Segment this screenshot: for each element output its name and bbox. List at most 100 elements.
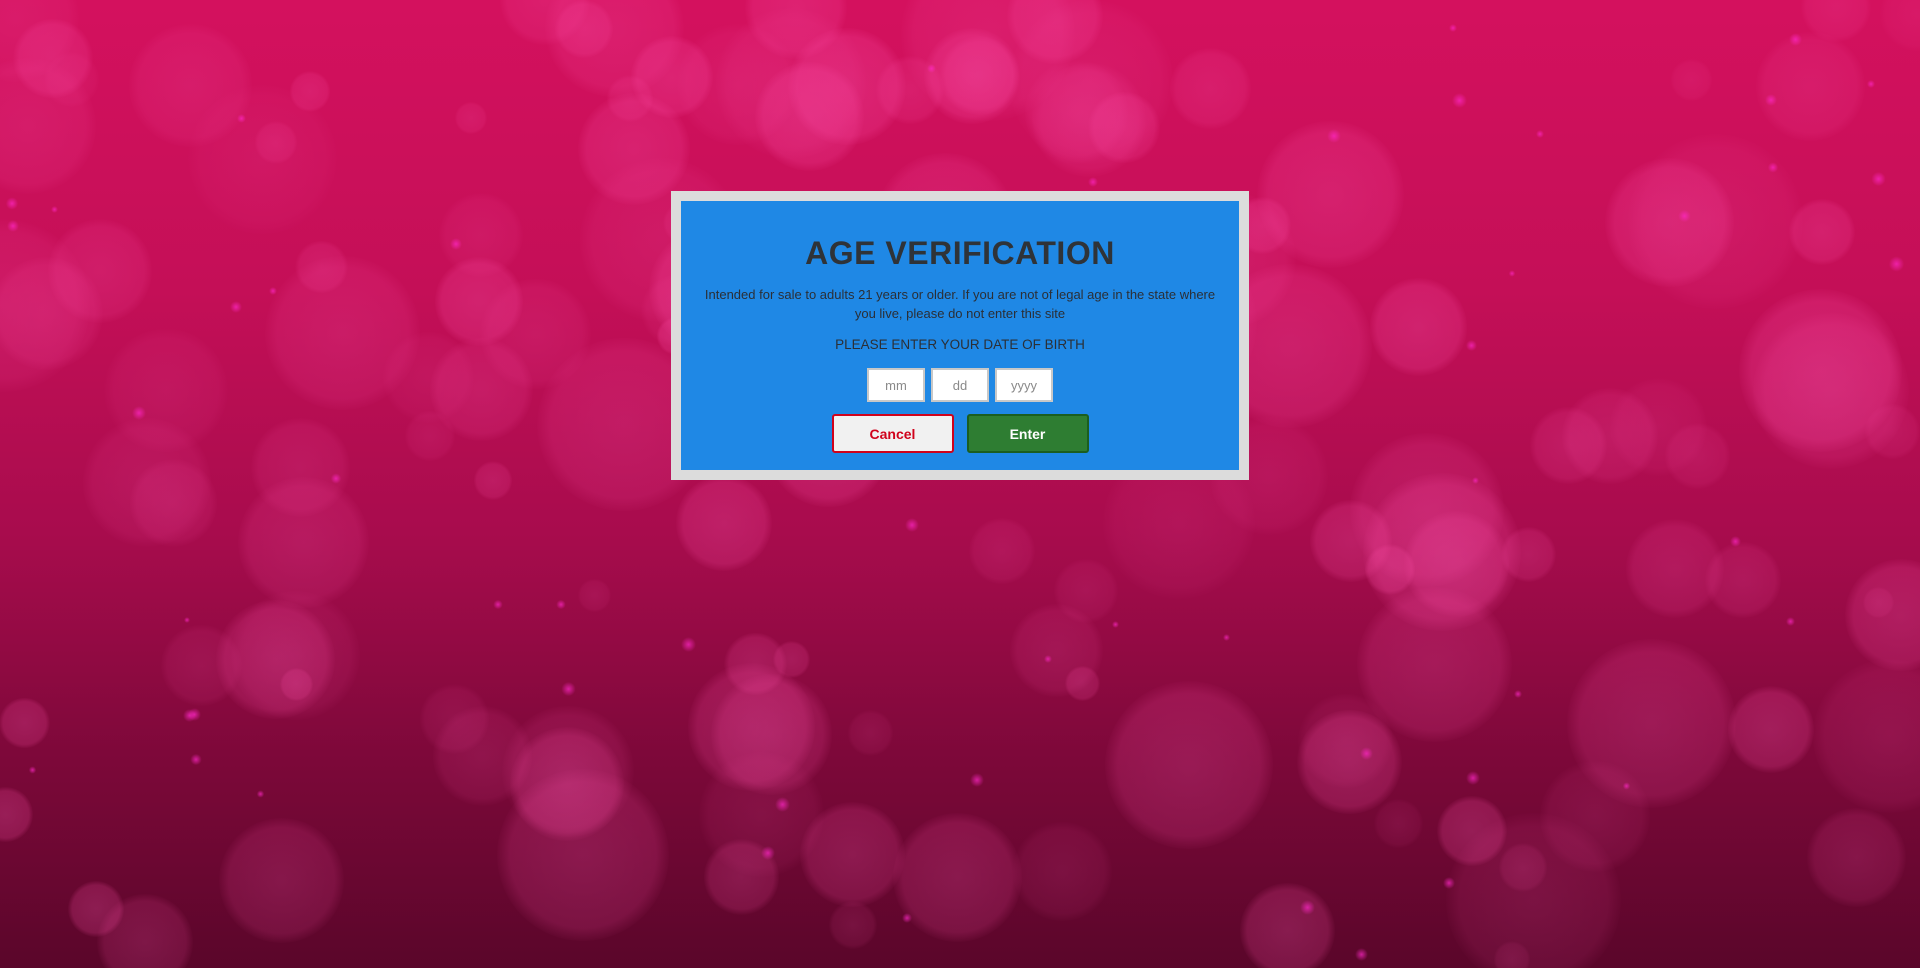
bokeh-light (231, 590, 361, 720)
bokeh-light (893, 812, 1023, 943)
bokeh-light (1704, 542, 1781, 618)
month-input[interactable] (867, 368, 925, 402)
bokeh-light (1297, 709, 1402, 815)
enter-button[interactable]: Enter (966, 414, 1089, 453)
bokeh-sparkle (1465, 770, 1480, 785)
bokeh-sparkle (1472, 477, 1479, 484)
bokeh-sparkle (184, 616, 191, 623)
bokeh-light (218, 818, 344, 944)
bokeh-light (1310, 500, 1393, 582)
bokeh-light (0, 256, 103, 370)
bokeh-light (1493, 941, 1531, 968)
bokeh-light (630, 35, 714, 119)
cancel-button[interactable]: Cancel (831, 414, 954, 453)
bokeh-light (847, 710, 894, 756)
bokeh-light (1374, 799, 1424, 849)
bokeh-light (1530, 406, 1607, 484)
bokeh-light (1053, 559, 1118, 624)
bokeh-light (1032, 63, 1146, 177)
bokeh-light (255, 121, 298, 164)
bokeh-sparkle (927, 64, 936, 73)
bokeh-light (554, 0, 613, 58)
bokeh-sparkle (1451, 92, 1468, 109)
bokeh-light (1403, 511, 1510, 617)
bokeh-light (1104, 680, 1273, 849)
bokeh-light (250, 417, 351, 518)
bokeh-light (510, 726, 625, 842)
bokeh-sparkle (1535, 129, 1544, 138)
dialog-title: AGE VERIFICATION (805, 235, 1115, 271)
bokeh-light (788, 27, 906, 146)
bokeh-light (67, 880, 125, 938)
bokeh-sparkle (1730, 536, 1741, 547)
bokeh-light (1010, 603, 1104, 697)
bokeh-sparkle (1888, 256, 1905, 272)
bokeh-light (1500, 526, 1557, 583)
bokeh-sparkle (681, 637, 696, 652)
bokeh-sparkle (1764, 93, 1778, 107)
bokeh-light (1169, 47, 1252, 130)
bokeh-sparkle (1111, 621, 1120, 629)
bokeh-light (1807, 808, 1907, 907)
bokeh-light (496, 768, 670, 941)
year-input[interactable] (995, 368, 1053, 402)
bokeh-light (289, 71, 331, 113)
bokeh-light (1844, 558, 1920, 671)
bokeh-light (1009, 0, 1174, 165)
day-input[interactable] (931, 368, 989, 402)
bokeh-light (502, 705, 634, 838)
bokeh-light (480, 278, 591, 390)
bokeh-sparkle (1514, 690, 1523, 699)
bokeh-sparkle (561, 681, 576, 697)
bokeh-light (1864, 403, 1920, 460)
bokeh-light (0, 787, 34, 843)
bokeh-light (1369, 278, 1468, 376)
bokeh-light (754, 61, 864, 172)
bokeh-sparkle (450, 238, 462, 250)
bokeh-sparkle (774, 797, 791, 813)
bokeh-light (799, 801, 906, 907)
bokeh-sparkle (1443, 877, 1456, 890)
bokeh-light (1627, 134, 1804, 310)
bokeh-light (419, 684, 490, 755)
bokeh-light (0, 0, 79, 82)
bokeh-light (1088, 91, 1160, 164)
dob-prompt: PLEASE ENTER YOUR DATE OF BIRTH (835, 337, 1085, 352)
bokeh-light (1756, 31, 1866, 142)
bokeh-sparkle (237, 113, 247, 123)
bokeh-light (968, 517, 1036, 585)
bokeh-light (1813, 658, 1920, 814)
bokeh-light (1013, 822, 1112, 921)
bokeh-light (940, 36, 1020, 116)
bokeh-light (1788, 199, 1855, 266)
dob-inputs (681, 368, 1239, 402)
bokeh-light (104, 328, 228, 453)
bokeh-light (404, 410, 456, 462)
bokeh-light (1240, 882, 1335, 968)
bokeh-light (1567, 638, 1737, 808)
bokeh-light (1065, 666, 1100, 701)
bokeh-light (1863, 587, 1894, 618)
bokeh-sparkle (50, 205, 59, 214)
bokeh-light (500, 0, 590, 45)
bokeh-sparkle (1867, 80, 1875, 88)
bokeh-light (876, 55, 945, 124)
bokeh-light (1664, 422, 1731, 489)
bokeh-sparkle (969, 772, 985, 788)
bokeh-light (188, 85, 337, 234)
bokeh-light (1880, 0, 1920, 51)
bokeh-light (704, 839, 780, 915)
bokeh-light (1539, 760, 1651, 872)
bokeh-light (1006, 0, 1104, 65)
bokeh-light (716, 8, 867, 159)
bokeh-sparkle (1043, 654, 1052, 664)
bokeh-background (0, 0, 1920, 968)
bokeh-light (44, 51, 100, 107)
bokeh-light (1498, 843, 1548, 892)
bokeh-sparkle (1788, 32, 1803, 46)
bokeh-light (578, 579, 612, 613)
bokeh-light (279, 667, 314, 702)
bokeh-light (828, 901, 877, 950)
bokeh-sparkle (1327, 129, 1341, 143)
bokeh-light (383, 332, 474, 423)
